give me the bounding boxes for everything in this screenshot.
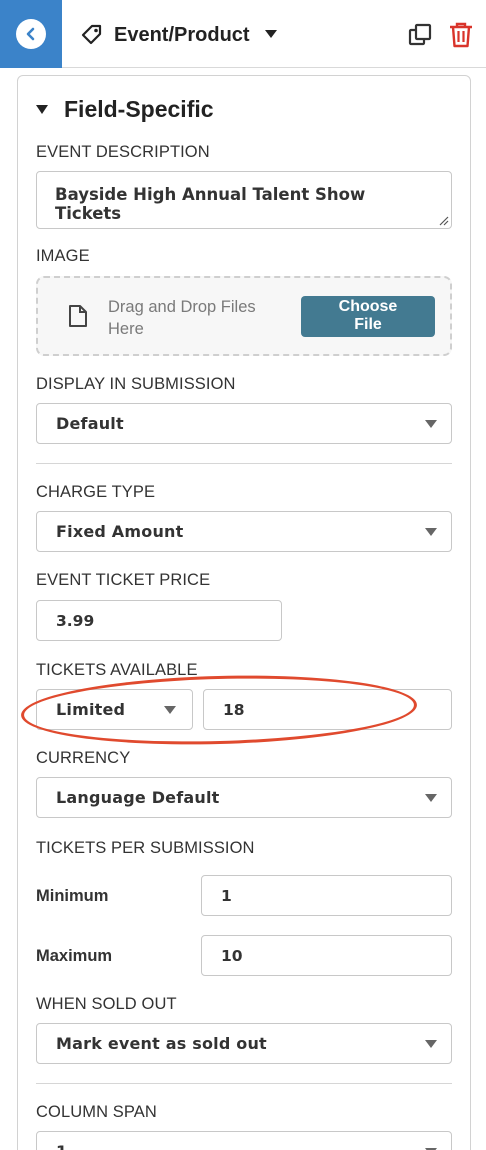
field-type-label: Event/Product: [114, 23, 250, 46]
resize-handle-icon[interactable]: [437, 214, 449, 226]
display-in-submission-value: Default: [56, 414, 124, 433]
select-arrow-icon: [425, 527, 437, 536]
maximum-label: Maximum: [36, 947, 113, 965]
choose-file-line1: Choose: [338, 298, 398, 315]
image-label: IMAGE: [36, 247, 90, 265]
back-button[interactable]: [0, 0, 62, 68]
event-ticket-price-label: EVENT TICKET PRICE: [36, 571, 211, 589]
tag-icon: [80, 23, 104, 47]
select-arrow-icon: [425, 419, 437, 428]
tickets-available-label: TICKETS AVAILABLE: [36, 661, 198, 679]
charge-type-select[interactable]: Fixed Amount: [36, 511, 452, 552]
minimum-input[interactable]: 1: [201, 875, 452, 916]
column-span-value: 1: [56, 1142, 67, 1150]
when-sold-out-value: Mark event as sold out: [56, 1034, 267, 1053]
when-sold-out-label: WHEN SOLD OUT: [36, 995, 177, 1013]
triangle-down-icon: [36, 105, 48, 114]
tickets-available-mode-value: Limited: [56, 700, 126, 719]
maximum-value: 10: [221, 946, 243, 965]
select-arrow-icon: [425, 1039, 437, 1048]
select-arrow-icon: [425, 793, 437, 802]
choose-file-line2: File: [354, 316, 382, 333]
currency-label: CURRENCY: [36, 749, 131, 767]
event-description-textarea[interactable]: Bayside High Annual Talent Show Tickets: [36, 171, 452, 229]
tickets-available-count-value: 18: [223, 700, 245, 719]
field-specific-section-toggle[interactable]: Field-Specific: [36, 96, 214, 123]
display-in-submission-select[interactable]: Default: [36, 403, 452, 444]
minimum-label: Minimum: [36, 887, 109, 905]
event-description-value: Bayside High Annual Talent Show Tickets: [55, 185, 366, 223]
chevron-left-icon: [16, 19, 46, 49]
column-span-select[interactable]: 1: [36, 1131, 452, 1150]
when-sold-out-select[interactable]: Mark event as sold out: [36, 1023, 452, 1064]
minimum-value: 1: [221, 886, 232, 905]
editor-header: Event/Product: [0, 0, 486, 68]
choose-file-button[interactable]: Choose File: [301, 296, 435, 337]
column-span-label: COLUMN SPAN: [36, 1103, 157, 1121]
dropzone-text: Drag and Drop Files Here: [108, 298, 256, 338]
select-arrow-icon: [164, 705, 176, 714]
file-icon: [69, 305, 87, 327]
tickets-per-submission-label: TICKETS PER SUBMISSION: [36, 839, 255, 857]
charge-type-label: CHARGE TYPE: [36, 483, 156, 501]
image-dropzone[interactable]: Drag and Drop Files Here Choose File: [36, 276, 452, 356]
section-title: Field-Specific: [64, 96, 214, 122]
currency-value: Language Default: [56, 788, 220, 807]
display-in-submission-label: DISPLAY IN SUBMISSION: [36, 375, 236, 393]
trash-icon[interactable]: [449, 22, 473, 48]
event-ticket-price-value: 3.99: [56, 611, 95, 630]
divider: [36, 463, 452, 464]
caret-down-icon: [264, 26, 278, 44]
charge-type-value: Fixed Amount: [56, 522, 184, 541]
field-settings-panel: Field-Specific EVENT DESCRIPTION Bayside…: [17, 75, 471, 1150]
duplicate-icon[interactable]: [408, 23, 432, 47]
field-type-dropdown[interactable]: Event/Product: [80, 20, 278, 50]
divider: [36, 1083, 452, 1084]
maximum-input[interactable]: 10: [201, 935, 452, 976]
tickets-available-mode-select[interactable]: Limited: [36, 689, 193, 730]
currency-select[interactable]: Language Default: [36, 777, 452, 818]
event-description-label: EVENT DESCRIPTION: [36, 143, 210, 161]
tickets-available-count-input[interactable]: 18: [203, 689, 452, 730]
event-ticket-price-input[interactable]: 3.99: [36, 600, 282, 641]
